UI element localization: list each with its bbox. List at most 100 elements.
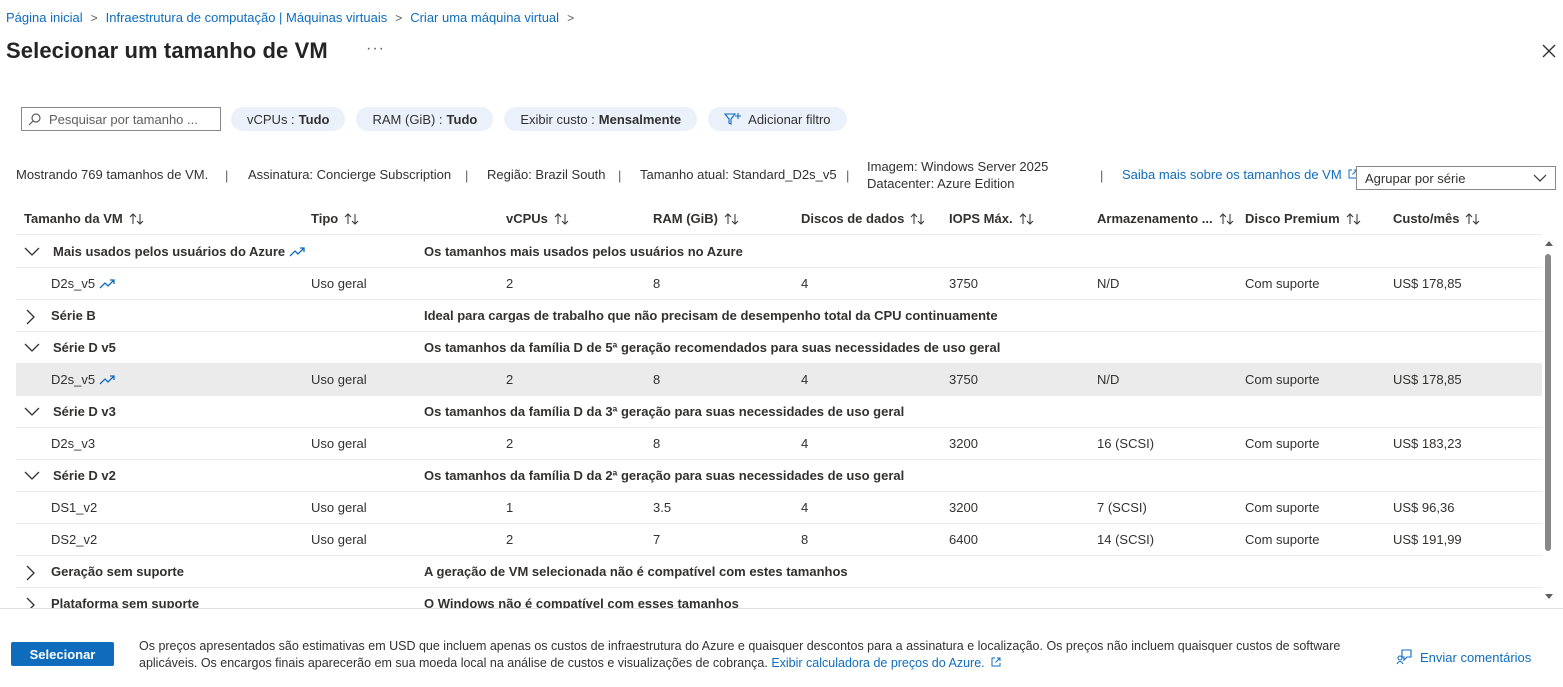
group-by-dropdown[interactable]: Agrupar por série bbox=[1356, 166, 1556, 190]
chevron-down-icon[interactable] bbox=[24, 245, 40, 260]
col-data-disks-header[interactable]: Discos de dados bbox=[801, 211, 926, 226]
pricing-calculator-link[interactable]: Exibir calculadora de preços do Azure. bbox=[771, 656, 1001, 670]
vm-size-table: Tamanho da VM Tipo vCPUs RAM (GiB) Discos de… bbox=[16, 203, 1556, 609]
sort-icon[interactable] bbox=[554, 212, 570, 225]
column-label: Disco Premium bbox=[1245, 211, 1340, 226]
add-filter-icon bbox=[724, 112, 742, 126]
breadcrumb-compute-infrastructure[interactable]: Infraestrutura de computação | Máquinas … bbox=[106, 10, 388, 25]
table-row[interactable]: DS1_v2 Uso geral 1 3.5 4 3200 7 (SCSI) Com supo… bbox=[16, 492, 1542, 524]
group-row[interactable]: Geração sem suporte A geração de VM selec… bbox=[16, 556, 1542, 588]
col-max-iops-cell: 3750 bbox=[949, 372, 978, 387]
sort-icon[interactable] bbox=[1346, 212, 1362, 225]
col-type-header[interactable]: Tipo bbox=[311, 211, 360, 226]
col-premium-disk-header[interactable]: Disco Premium bbox=[1245, 211, 1362, 226]
cell-value: Uso geral bbox=[311, 372, 367, 387]
image-info: Imagem: Windows Server 2025 Datacenter: … bbox=[867, 158, 1048, 192]
col-vm-size-header[interactable]: Tamanho da VM bbox=[24, 211, 145, 226]
cell-value: 2 bbox=[506, 372, 514, 387]
sort-icon[interactable] bbox=[1465, 212, 1481, 225]
cell-value: 8 bbox=[801, 532, 809, 547]
group-row[interactable]: Mais usados pelos usuários do Azure Os ta… bbox=[16, 236, 1542, 268]
learn-more-link[interactable]: Saiba mais sobre os tamanhos de VM bbox=[1122, 167, 1358, 182]
add-filter-button[interactable]: Adicionar filtro bbox=[708, 107, 847, 131]
col-vcpus-cell: 2 bbox=[506, 372, 513, 387]
search-input[interactable] bbox=[47, 110, 217, 128]
column-label: Armazenamento ... bbox=[1097, 211, 1213, 226]
cell-value: 3.5 bbox=[653, 500, 672, 515]
col-premium-disk-cell: Com suporte bbox=[1245, 372, 1319, 387]
column-label: Tipo bbox=[311, 211, 339, 226]
col-premium-disk-cell: Com suporte bbox=[1245, 532, 1319, 547]
group-description: Os tamanhos da família D da 2ª geração p… bbox=[424, 468, 905, 483]
sort-icon[interactable] bbox=[724, 212, 740, 225]
cell-value: N/D bbox=[1097, 372, 1120, 387]
group-name-label: Geração sem suporte bbox=[51, 564, 184, 579]
cell-value: 3200 bbox=[949, 436, 978, 451]
col-premium-disk-cell: Com suporte bbox=[1245, 276, 1319, 291]
chevron-down-icon[interactable] bbox=[24, 405, 40, 420]
cell-value: 14 (SCSI) bbox=[1097, 532, 1155, 547]
table-scrollbar[interactable] bbox=[1542, 238, 1556, 608]
group-name-label: Série D v3 bbox=[53, 404, 116, 419]
scroll-up-icon[interactable] bbox=[1544, 239, 1554, 247]
cell-value: N/D bbox=[1097, 276, 1120, 291]
sort-icon[interactable] bbox=[344, 212, 360, 225]
cell-value: US$ 178,85 bbox=[1393, 372, 1462, 387]
select-button[interactable]: Selecionar bbox=[11, 642, 114, 666]
col-data-disks-cell: 4 bbox=[801, 500, 808, 515]
column-label: Custo/mês bbox=[1393, 211, 1460, 226]
group-row[interactable]: Série D v3 Os tamanhos da família D da 3ª… bbox=[16, 396, 1542, 428]
group-description: Ideal para cargas de trabalho que não pr… bbox=[424, 308, 998, 323]
chevron-right-icon[interactable] bbox=[24, 565, 36, 584]
col-vcpus-header[interactable]: vCPUs bbox=[506, 211, 570, 226]
breadcrumb: Página inicial > Infraestrutura de compu… bbox=[6, 10, 582, 25]
chevron-right-icon[interactable] bbox=[24, 309, 36, 328]
group-row[interactable]: Série B Ideal para cargas de trabalho que… bbox=[16, 300, 1542, 332]
sort-icon[interactable] bbox=[910, 212, 926, 225]
filter-cost-pill[interactable]: Exibir custo : Mensalmente bbox=[504, 107, 698, 131]
col-ram-cell: 3.5 bbox=[653, 500, 671, 515]
col-type-cell: Uso geral bbox=[311, 372, 367, 387]
chevron-down-icon[interactable] bbox=[24, 469, 40, 484]
table-row[interactable]: D2s_v5 Uso geral 2 8 4 3750 N/D Com suporte US$ … bbox=[16, 268, 1542, 300]
sort-icon[interactable] bbox=[1219, 212, 1235, 225]
col-ram-header[interactable]: RAM (GiB) bbox=[653, 211, 740, 226]
breadcrumb-create-vm[interactable]: Criar uma máquina virtual bbox=[410, 10, 559, 25]
cell-value: Uso geral bbox=[311, 276, 367, 291]
scroll-down-icon[interactable] bbox=[1544, 593, 1554, 601]
cell-value: Uso geral bbox=[311, 532, 367, 547]
col-ram-cell: 7 bbox=[653, 532, 660, 547]
col-ram-cell: 8 bbox=[653, 372, 660, 387]
sort-icon[interactable] bbox=[1019, 212, 1035, 225]
breadcrumb-home[interactable]: Página inicial bbox=[6, 10, 83, 25]
cell-value: D2s_v3 bbox=[51, 436, 96, 451]
send-feedback-link[interactable]: Enviar comentários bbox=[1396, 649, 1531, 665]
filter-vcpus-pill[interactable]: vCPUs : Tudo bbox=[231, 107, 346, 131]
more-options-icon[interactable]: ··· bbox=[366, 40, 385, 58]
col-vcpus-cell: 2 bbox=[506, 532, 513, 547]
chevron-right-icon: > bbox=[567, 10, 575, 25]
group-name: Série D v2 bbox=[53, 468, 116, 483]
cell-value: D2s_v5 bbox=[51, 276, 96, 291]
cell-value: 8 bbox=[653, 436, 661, 451]
col-cost-cell: US$ 183,23 bbox=[1393, 436, 1462, 451]
chevron-down-icon[interactable] bbox=[24, 341, 40, 356]
group-row[interactable]: Plataforma sem suporte O Windows não é co… bbox=[16, 588, 1542, 609]
group-row[interactable]: Série D v5 Os tamanhos da família D de 5ª… bbox=[16, 332, 1542, 364]
scrollbar-thumb[interactable] bbox=[1545, 254, 1551, 551]
group-row[interactable]: Série D v2 Os tamanhos da família D da 2ª… bbox=[16, 460, 1542, 492]
col-max-iops-header[interactable]: IOPS Máx. bbox=[949, 211, 1035, 226]
sort-icon[interactable] bbox=[129, 212, 145, 225]
col-type-cell: Uso geral bbox=[311, 276, 367, 291]
table-row[interactable]: D2s_v5 Uso geral 2 8 4 3750 N/D Com suporte US$ … bbox=[16, 364, 1542, 396]
cell-value: 6400 bbox=[949, 532, 978, 547]
col-vm-size-cell: DS2_v2 bbox=[51, 532, 97, 547]
col-cost-header[interactable]: Custo/mês bbox=[1393, 211, 1481, 226]
search-box bbox=[21, 107, 221, 131]
close-icon[interactable] bbox=[1540, 42, 1558, 60]
filter-ram-pill[interactable]: RAM (GiB) : Tudo bbox=[356, 107, 494, 131]
filter-vcpus-value: Tudo bbox=[298, 111, 330, 127]
table-row[interactable]: DS2_v2 Uso geral 2 7 8 6400 14 (SCSI) Com supor… bbox=[16, 524, 1542, 556]
col-storage-header[interactable]: Armazenamento ... bbox=[1097, 211, 1235, 226]
table-row[interactable]: D2s_v3 Uso geral 2 8 4 3200 16 (SCSI) Com supor… bbox=[16, 428, 1542, 460]
